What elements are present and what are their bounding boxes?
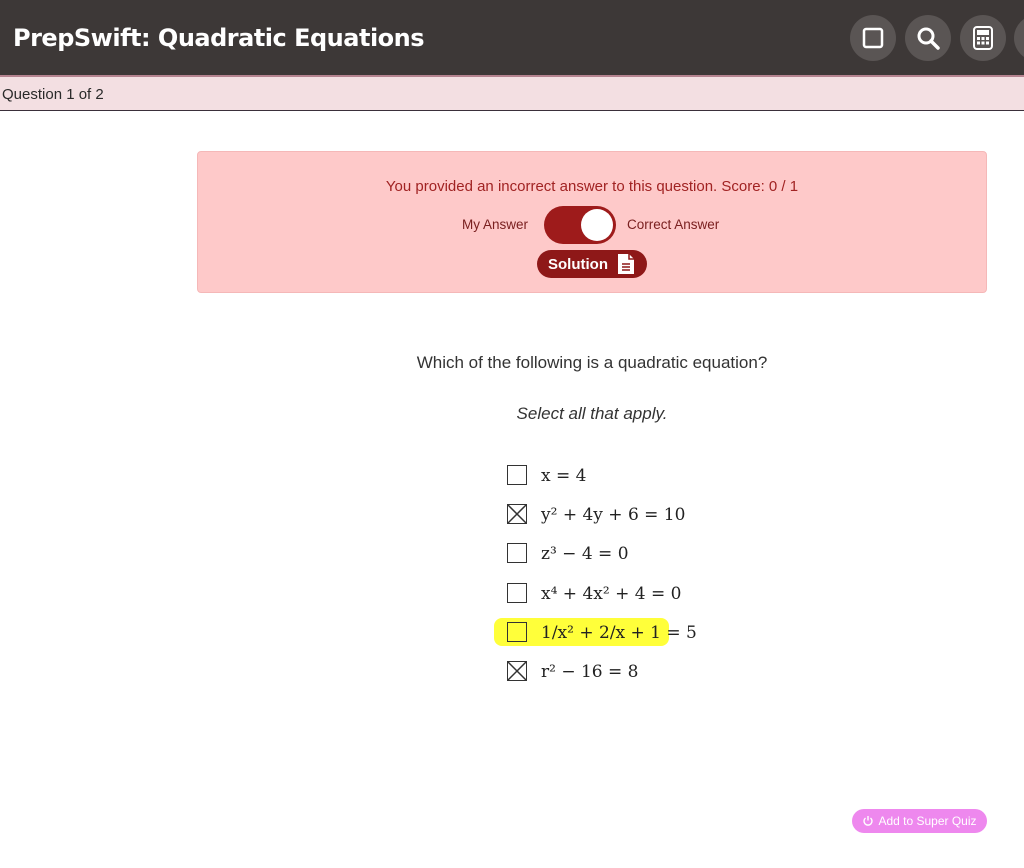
question-counter: Question 1 of 2 [2,86,104,103]
calculator-button[interactable] [960,15,1006,61]
choice-checkbox[interactable] [507,465,527,485]
question-prompt: Which of the following is a quadratic eq… [416,353,768,372]
choice-label: z³ − 4 = 0 [541,544,629,564]
solution-label: Solution [548,255,608,273]
toggle-knob [581,209,613,241]
app-title: PrepSwift: Quadratic Equations [13,24,425,52]
square-button[interactable] [850,15,896,61]
search-button[interactable] [905,15,951,61]
search-icon [917,27,940,50]
question-instruction: Select all that apply. [516,404,668,423]
square-icon [862,27,884,49]
document-icon [618,254,634,274]
solution-button[interactable]: Solution [537,250,647,278]
choice-label: 1/x² + 2/x + 1 = 5 [541,623,697,643]
choice-label: y² + 4y + 6 = 10 [541,505,686,525]
add-to-super-quiz-button[interactable]: Add to Super Quiz [852,809,987,833]
my-answer-label: My Answer [462,217,529,232]
top-bar: PrepSwift: Quadratic Equations [0,0,1024,77]
choice-checkbox[interactable] [507,661,527,681]
menu-button[interactable] [1014,15,1024,61]
choice-label: x⁴ + 4x² + 4 = 0 [541,584,682,604]
question-counter-bar: Question 1 of 2 [0,77,1024,111]
feedback-panel: You provided an incorrect answer to this… [197,151,987,293]
calculator-icon [973,26,993,50]
choice-checkbox[interactable] [507,583,527,603]
answer-toggle[interactable] [544,206,616,244]
choice-checkbox[interactable] [507,622,527,642]
choice-checkbox[interactable] [507,543,527,563]
choice-label: r² − 16 = 8 [541,662,639,682]
feedback-message: You provided an incorrect answer to this… [385,178,799,195]
super-quiz-label: Add to Super Quiz [878,814,977,828]
choice-checkbox[interactable] [507,504,527,524]
correct-answer-label: Correct Answer [627,217,720,232]
power-icon [863,816,874,826]
choice-label: x = 4 [541,466,587,486]
checked-x-icon [507,504,527,524]
checked-x-icon [507,661,527,681]
